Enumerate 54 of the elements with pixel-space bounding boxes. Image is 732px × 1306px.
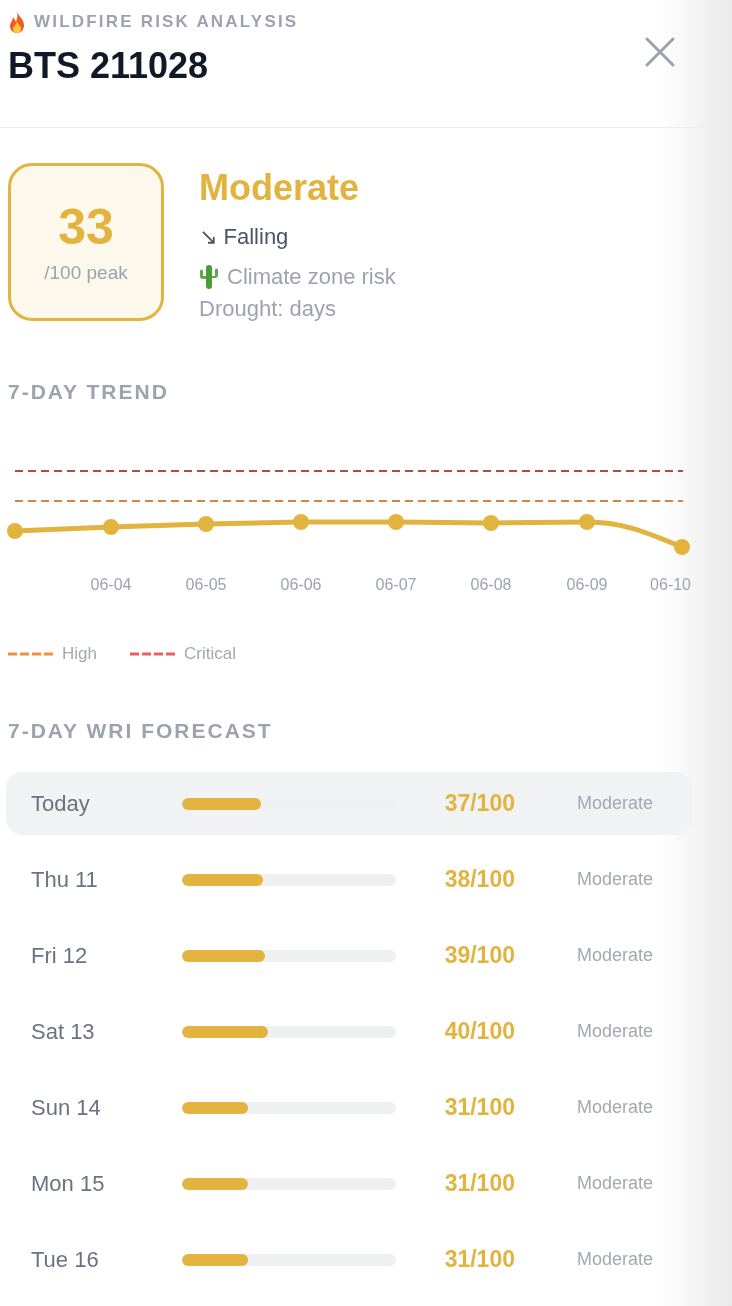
dashed-line-icon bbox=[129, 652, 175, 656]
chart-point bbox=[198, 516, 214, 532]
chart-point bbox=[7, 523, 23, 539]
forecast-day: Tue 16 bbox=[31, 1246, 182, 1273]
forecast-score: 39/100 bbox=[443, 942, 515, 969]
forecast-category: Moderate bbox=[577, 793, 654, 814]
forecast-day: Today bbox=[31, 790, 182, 817]
trend-direction: ↘ Falling bbox=[199, 223, 289, 251]
axis-label: 06-08 bbox=[470, 576, 512, 593]
forecast-day: Fri 12 bbox=[31, 942, 182, 969]
forecast-category: Moderate bbox=[577, 1173, 654, 1194]
close-button[interactable] bbox=[645, 37, 675, 67]
risk-category: Moderate bbox=[199, 168, 360, 208]
forecast-category: Moderate bbox=[577, 1097, 654, 1118]
climate-note: Climate zone risk bbox=[227, 263, 396, 291]
forecast-score: 40/100 bbox=[443, 1018, 515, 1045]
forecast-day: Sat 13 bbox=[31, 1018, 182, 1045]
axis-label: 06-07 bbox=[375, 576, 417, 593]
forecast-score: 37/100 bbox=[443, 790, 515, 817]
forecast-category: Moderate bbox=[577, 1249, 654, 1270]
panel-eyebrow: WILDFIRE RISK ANALYSIS bbox=[34, 11, 299, 33]
close-icon bbox=[645, 37, 675, 67]
axis-label: 06-05 bbox=[185, 576, 227, 593]
chart-point bbox=[388, 514, 404, 530]
panel-title: BTS 211028 bbox=[8, 44, 209, 88]
section-title: 7-DAY WRI FORECAST bbox=[8, 718, 273, 744]
forecast-score: 38/100 bbox=[443, 866, 515, 893]
forecast-category: Moderate bbox=[577, 869, 654, 890]
forecast-day: Sun 14 bbox=[31, 1094, 182, 1121]
drought-note: Drought: days bbox=[199, 295, 336, 323]
chart-point bbox=[579, 514, 595, 530]
score-caption: /100 peak bbox=[44, 261, 128, 285]
forecast-day: Thu 11 bbox=[31, 866, 182, 893]
forecast-score: 31/100 bbox=[443, 1246, 515, 1273]
cactus-icon bbox=[199, 265, 219, 289]
chart-point bbox=[483, 515, 499, 531]
forecast-score: 31/100 bbox=[443, 1094, 515, 1121]
chart-point bbox=[293, 514, 309, 530]
dashed-line-icon bbox=[8, 652, 53, 656]
forecast-category: Moderate bbox=[577, 1021, 654, 1042]
flame-icon bbox=[8, 11, 26, 33]
chart-point bbox=[103, 519, 119, 535]
score-value: 33 bbox=[58, 201, 114, 253]
forecast-score: 31/100 bbox=[443, 1170, 515, 1197]
forecast-category: Moderate bbox=[577, 945, 654, 966]
axis-label: 06-10 bbox=[650, 576, 691, 593]
axis-label: 06-04 bbox=[90, 576, 132, 593]
forecast-day: Mon 15 bbox=[31, 1170, 182, 1197]
axis-label: 06-09 bbox=[566, 576, 608, 593]
axis-label: 06-06 bbox=[280, 576, 322, 593]
legend-label: High bbox=[62, 643, 97, 665]
section-title: 7-DAY TREND bbox=[8, 379, 169, 405]
legend-label: Critical bbox=[183, 643, 236, 665]
chart-point bbox=[674, 539, 690, 555]
